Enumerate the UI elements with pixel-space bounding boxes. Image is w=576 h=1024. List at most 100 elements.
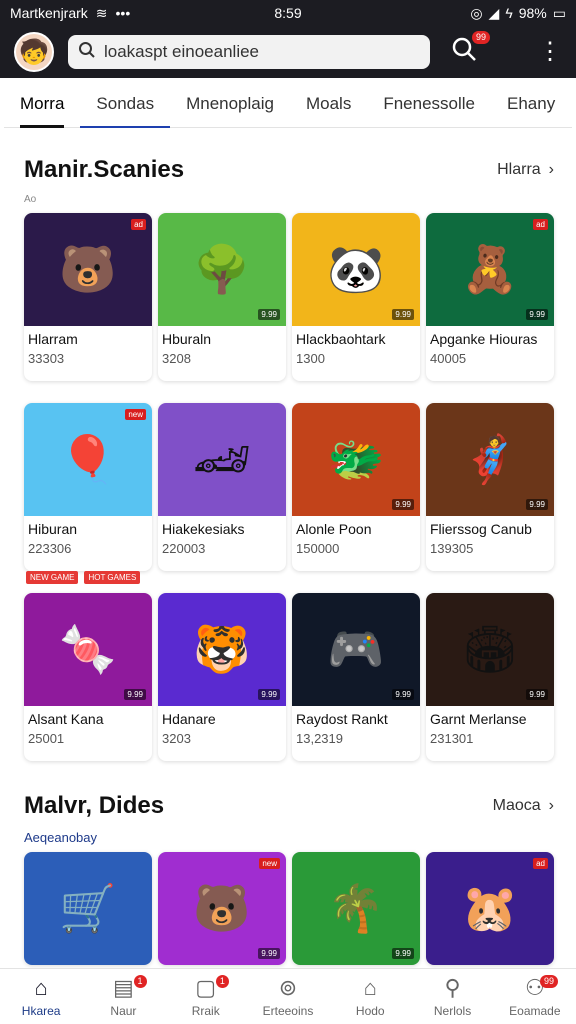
play-count: 33303 bbox=[28, 351, 65, 366]
pill-label[interactable]: NEW GAME bbox=[26, 571, 79, 584]
nav-item[interactable]: ⚲ Nerlols bbox=[411, 969, 493, 1024]
game-thumbnail[interactable]: 🐻 new 9.99 bbox=[158, 852, 286, 965]
play-count: 150000 bbox=[296, 541, 340, 556]
balloon-icon: 🎈 bbox=[59, 433, 117, 485]
pill-label[interactable]: HOT GAMES bbox=[84, 571, 141, 584]
play-count: 220003 bbox=[162, 541, 206, 556]
game-thumbnail[interactable]: 🐲 9.99 bbox=[292, 403, 420, 516]
game-thumbnail[interactable]: 🐻 ad bbox=[24, 213, 152, 326]
panda-icon: 🐼 bbox=[327, 243, 385, 295]
tab-moals[interactable]: Moals bbox=[290, 80, 367, 128]
play-count: 25001 bbox=[28, 731, 65, 746]
game-card[interactable]: 🐯 9.99 Hdanare 3203 bbox=[158, 593, 286, 761]
game-card[interactable]: 🏟 9.99 Garnt Merlanse 231301 bbox=[426, 593, 554, 761]
game-card[interactable]: 🎮 9.99 Raydost Rankt 13,2319 bbox=[292, 593, 420, 761]
game-thumbnail[interactable]: 🍬 9.99 bbox=[24, 593, 152, 706]
signal-icon: ◢ bbox=[488, 4, 500, 21]
game-name: Alsant Kana bbox=[28, 711, 104, 727]
game-card[interactable]: 🐲 9.99 Alonle Poon 150000 bbox=[292, 403, 420, 571]
section-header-2: Malvr, Dides Maoca › bbox=[24, 792, 554, 820]
price-badge: 9.99 bbox=[124, 689, 146, 700]
price-badge: 9.99 bbox=[526, 309, 548, 320]
nav-label: Naur bbox=[110, 1003, 137, 1018]
game-thumbnail[interactable]: 🐹 ad bbox=[426, 852, 554, 965]
app-header: 🧒 99 ⋮ bbox=[0, 26, 576, 78]
carrier-label: Martkenjrark bbox=[10, 5, 88, 21]
wifi-icon: ≋ bbox=[95, 4, 108, 21]
chevron-right-icon: › bbox=[548, 797, 554, 814]
game-thumbnail[interactable]: 🐯 9.99 bbox=[158, 593, 286, 706]
game-card[interactable]: 🐹 ad bbox=[426, 852, 554, 965]
price-badge: 9.99 bbox=[392, 309, 414, 320]
tab-sondas[interactable]: Sondas bbox=[80, 80, 170, 128]
jungle-icon: 🌴 bbox=[327, 882, 385, 934]
tag-badge: new bbox=[259, 858, 280, 869]
search-input[interactable] bbox=[104, 42, 404, 62]
search-bar[interactable] bbox=[68, 35, 430, 69]
header-search-button[interactable]: 99 bbox=[450, 30, 490, 70]
game-card[interactable]: 🌴 9.99 bbox=[292, 852, 420, 965]
play-count: 139305 bbox=[430, 541, 474, 556]
see-more-link-2[interactable]: Maoca › bbox=[493, 797, 554, 815]
price-badge: 9.99 bbox=[392, 948, 414, 959]
game-thumbnail[interactable]: 🎮 9.99 bbox=[292, 593, 420, 706]
game-thumbnail[interactable]: 🧸 ad 9.99 bbox=[426, 213, 554, 326]
nav-item[interactable]: ▢ Rraik 1 bbox=[165, 969, 247, 1024]
status-bar: Martkenjrark ≋ ••• 8:59 ◎ ◢ ϟ 98% ▭ bbox=[0, 0, 576, 26]
play-count: 231301 bbox=[430, 731, 474, 746]
game-thumbnail[interactable]: 🦸 9.99 bbox=[426, 403, 554, 516]
chevron-right-icon: › bbox=[548, 161, 554, 178]
more-dots-icon: ••• bbox=[115, 5, 131, 21]
nav-label: Erteeoins bbox=[262, 1003, 314, 1018]
nav-label: Rraik bbox=[191, 1003, 220, 1018]
nav-item[interactable]: ▤ Naur 1 bbox=[82, 969, 164, 1024]
game-thumbnail[interactable]: 🛒 bbox=[24, 852, 152, 965]
game-thumbnail[interactable]: 🏟 9.99 bbox=[426, 593, 554, 706]
tab-morra[interactable]: Morra bbox=[4, 80, 80, 128]
game-card[interactable]: 🌳 9.99 Hburaln 3208 bbox=[158, 213, 286, 381]
game-card[interactable]: 🐻 ad Hlarram 33303 bbox=[24, 213, 152, 381]
tab-fnenessolle[interactable]: Fnenessolle bbox=[367, 80, 491, 128]
pill-row: NEW GAME HOT GAMES bbox=[26, 571, 141, 584]
game-thumbnail[interactable]: 🏎 bbox=[158, 403, 286, 516]
nav-badge: 99 bbox=[539, 975, 558, 988]
game-thumbnail[interactable]: 🎈 new bbox=[24, 403, 152, 516]
game-card[interactable]: 🏎 Hiakekesiaks 220003 bbox=[158, 403, 286, 571]
racing-icon: 🏎 bbox=[192, 433, 252, 485]
nav-item[interactable]: ⊚ Erteeoins bbox=[247, 969, 329, 1024]
nav-item[interactable]: ⌂ Hodo bbox=[329, 969, 411, 1024]
hero-icon: 🦸 bbox=[461, 433, 519, 485]
kebab-menu-icon[interactable]: ⋮ bbox=[538, 40, 562, 64]
game-card[interactable]: 🐼 9.99 Hlackbaohtark 1300 bbox=[292, 213, 420, 381]
play-count: 3203 bbox=[162, 731, 191, 746]
poster-icon: 🎮 bbox=[327, 623, 385, 675]
game-name: Hburaln bbox=[162, 331, 212, 347]
arena-icon: 🏟 bbox=[460, 623, 520, 675]
game-name: Hlarram bbox=[28, 331, 78, 347]
game-thumbnail[interactable]: 🐼 9.99 bbox=[292, 213, 420, 326]
game-thumbnail[interactable]: 🌳 9.99 bbox=[158, 213, 286, 326]
tab-ehany[interactable]: Ehany bbox=[491, 80, 571, 128]
bear-icon: 🐻 bbox=[59, 243, 117, 295]
game-thumbnail[interactable]: 🌴 9.99 bbox=[292, 852, 420, 965]
game-card[interactable]: 🍬 9.99 Alsant Kana 25001 bbox=[24, 593, 152, 761]
nav-item[interactable]: ⌂ Hkarea bbox=[0, 969, 82, 1024]
avatar[interactable]: 🧒 bbox=[14, 32, 54, 72]
section-header: Manir.Scanies Hlarra › bbox=[24, 156, 554, 184]
play-count: 223306 bbox=[28, 541, 72, 556]
section-subtitle-2: Aeqeanobay bbox=[24, 830, 98, 845]
nav-badge: 1 bbox=[215, 975, 229, 988]
tab-mnenoplaig[interactable]: Mnenoplaig bbox=[170, 80, 290, 128]
tag-badge: new bbox=[125, 409, 146, 420]
game-card[interactable]: 🛒 bbox=[24, 852, 152, 965]
see-more-label-2: Maoca bbox=[492, 797, 541, 814]
battery-label: 98% bbox=[518, 5, 547, 21]
game-card[interactable]: 🐻 new 9.99 bbox=[158, 852, 286, 965]
game-card[interactable]: 🧸 ad 9.99 Apganke Hiouras 40005 bbox=[426, 213, 554, 381]
price-badge: 9.99 bbox=[258, 309, 280, 320]
nav-item[interactable]: ⚇ Eoamade 99 bbox=[494, 969, 576, 1024]
game-card[interactable]: 🎈 new Hiburan 223306 bbox=[24, 403, 152, 571]
game-card[interactable]: 🦸 9.99 Flierssog Canub 139305 bbox=[426, 403, 554, 571]
bluetooth-icon: ϟ bbox=[505, 5, 513, 21]
see-more-link[interactable]: Hlarra › bbox=[497, 161, 554, 179]
